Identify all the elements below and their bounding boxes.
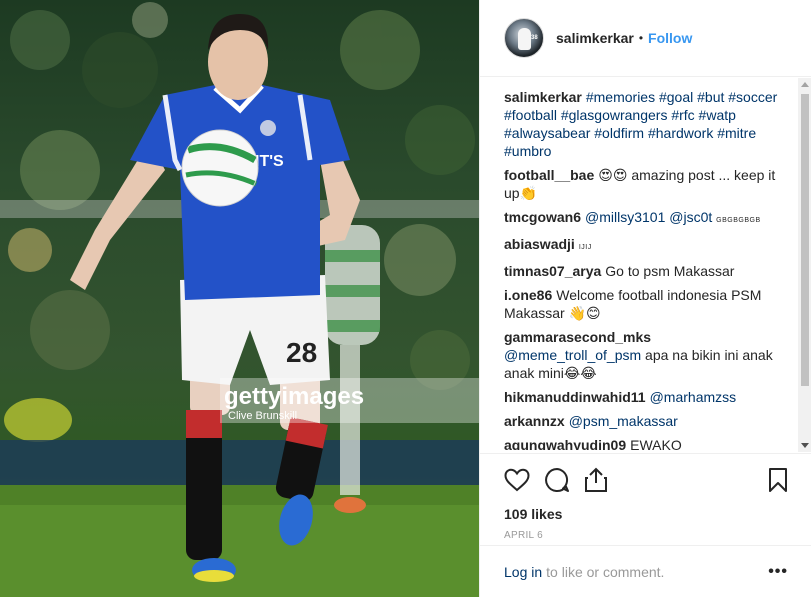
avatar-number: 38 xyxy=(531,35,538,41)
login-prompt: Log in to like or comment. ••• xyxy=(480,545,811,597)
more-options-icon[interactable]: ••• xyxy=(768,563,788,581)
comment-mention[interactable]: @meme_troll_of_psm xyxy=(504,347,641,363)
comment-username[interactable]: agungwahyudin09 xyxy=(504,437,626,450)
jersey-sponsor-text: IT'S xyxy=(255,153,284,170)
post-date[interactable]: APRIL 6 xyxy=(504,530,788,541)
comment-button[interactable] xyxy=(544,460,584,500)
shorts-number: 28 xyxy=(286,337,317,368)
comment-text: EWAKO xyxy=(630,437,682,450)
speech-bubble-icon xyxy=(545,468,569,492)
heart-outline-icon xyxy=(504,468,530,492)
list-item: gammarasecond_mks @meme_troll_of_psm apa … xyxy=(504,328,794,382)
watermark-brand: gettyimages xyxy=(224,383,364,410)
login-link[interactable]: Log in xyxy=(504,564,542,580)
share-button[interactable] xyxy=(584,460,624,500)
post-photo[interactable]: 28 IT'S gettyimages Clive Brunskill xyxy=(0,0,479,597)
comment-username[interactable]: gammarasecond_mks xyxy=(504,329,651,345)
comment-username[interactable]: tmcgowan6 xyxy=(504,209,581,225)
comment-username[interactable]: timnas07_arya xyxy=(504,263,601,279)
comment-text: ijij xyxy=(578,241,592,252)
bookmark-icon xyxy=(769,468,787,492)
scroll-down-arrow-icon[interactable] xyxy=(801,443,809,448)
avatar-figure xyxy=(518,28,531,50)
list-item: timnas07_arya Go to psm Makassar xyxy=(504,262,794,280)
comment-text: gbgbgbgb xyxy=(716,214,761,225)
list-item: agungwahyudin09 EWAKO xyxy=(504,436,794,450)
scroll-up-arrow-icon[interactable] xyxy=(801,82,809,87)
action-icons-row xyxy=(504,454,788,506)
comment-username[interactable]: football__bae xyxy=(504,167,594,183)
caption: salimkerkar #memories #goal #but #soccer … xyxy=(504,88,794,160)
header-username[interactable]: salimkerkar xyxy=(556,30,634,46)
comment-mention[interactable]: @psm_makassar xyxy=(569,413,678,429)
comments-list: salimkerkar #memories #goal #but #soccer … xyxy=(504,88,794,450)
comment-mention[interactable]: @millsy3101 @jsc0t xyxy=(585,209,712,225)
list-item: tmcgowan6 @millsy3101 @jsc0t gbgbgbgb xyxy=(504,208,794,229)
comment-username[interactable]: abiaswadji xyxy=(504,236,575,252)
like-button[interactable] xyxy=(504,460,544,500)
login-prompt-text: to like or comment. xyxy=(546,563,665,580)
post-side-panel: 38 salimkerkar • Follow salimkerkar #memo… xyxy=(479,0,811,597)
watermark-credit: Clive Brunskill xyxy=(228,410,297,422)
post-header: 38 salimkerkar • Follow xyxy=(480,0,811,77)
comment-username[interactable]: i.one86 xyxy=(504,287,552,303)
football-player-image: 28 IT'S gettyimages Clive Brunskill xyxy=(0,2,479,597)
list-item: i.one86 Welcome football indonesia PSM Ma… xyxy=(504,286,794,322)
list-item: arkannzx @psm_makassar xyxy=(504,412,794,430)
header-separator: • xyxy=(638,31,644,45)
caption-username[interactable]: salimkerkar xyxy=(504,89,582,105)
likes-count[interactable]: 109 likes xyxy=(504,506,788,522)
list-item: abiaswadji ijij xyxy=(504,235,794,256)
save-button[interactable] xyxy=(748,460,788,500)
list-item: football__bae 😍😍 amazing post ... keep it… xyxy=(504,166,794,202)
scrollbar-thumb[interactable] xyxy=(801,94,809,386)
comment-text: Go to psm Makassar xyxy=(605,263,735,279)
comment-username[interactable]: arkannzx xyxy=(504,413,565,429)
follow-button[interactable]: Follow xyxy=(648,30,692,46)
post-actions: 109 likes APRIL 6 xyxy=(480,453,811,541)
comments-scrollbar[interactable] xyxy=(798,78,811,452)
comment-username[interactable]: hikmanuddinwahid11 xyxy=(504,389,646,405)
comment-mention[interactable]: @marhamzss xyxy=(650,389,737,405)
share-upload-icon xyxy=(585,467,607,492)
avatar[interactable]: 38 xyxy=(504,18,544,58)
list-item: hikmanuddinwahid11 @marhamzss xyxy=(504,388,794,406)
